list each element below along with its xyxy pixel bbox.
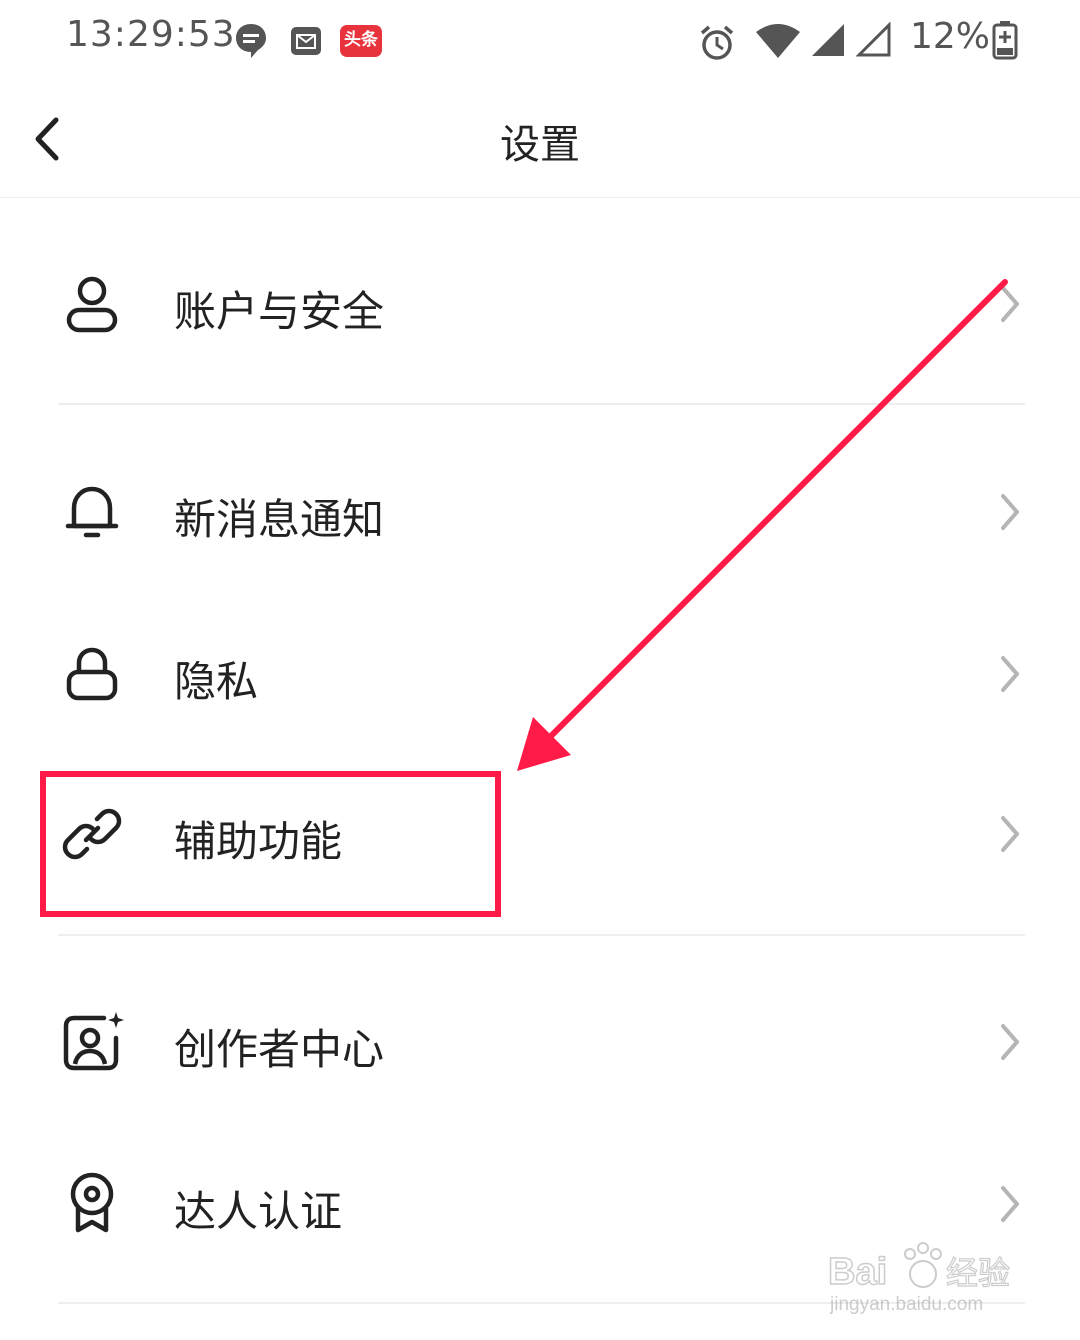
- badge-medal-icon: [70, 1172, 114, 1233]
- settings-item-label: 辅助功能: [174, 817, 343, 866]
- link-icon: [62, 808, 122, 860]
- chevron-right-icon: [1001, 286, 1019, 322]
- mail-icon: [291, 27, 321, 55]
- creator-portrait-icon: [63, 1012, 124, 1071]
- alarm-icon: [700, 25, 734, 60]
- settings-item-label: 创作者中心: [174, 1025, 385, 1074]
- divider: [58, 403, 1025, 405]
- settings-item-label: 达人认证: [174, 1187, 343, 1236]
- battery-percentage: 12%: [910, 16, 991, 57]
- divider: [58, 934, 1025, 936]
- status-bar: 13:29:53 头条 12%: [0, 0, 1080, 80]
- settings-item-notifications[interactable]: 新消息通知: [0, 430, 1080, 592]
- chevron-right-icon: [1001, 494, 1019, 530]
- bell-icon: [65, 486, 119, 538]
- signal-empty-icon: [856, 22, 891, 57]
- chevron-right-icon: [1001, 1024, 1019, 1060]
- settings-item-privacy[interactable]: 隐私: [0, 592, 1080, 754]
- settings-item-accessibility[interactable]: 辅助功能: [0, 754, 1080, 929]
- watermark-brand-suffix: 经验: [946, 1254, 1010, 1292]
- page-title: 设置: [500, 122, 580, 168]
- watermark-site: jingyan.baidu.com: [829, 1294, 983, 1315]
- settings-item-creator-center[interactable]: 创作者中心: [0, 960, 1080, 1122]
- paw-icon: [904, 1242, 942, 1288]
- navigation-header: 设置: [0, 80, 1080, 198]
- battery-charging-icon: [992, 21, 1018, 60]
- chevron-right-icon: [1001, 816, 1019, 852]
- settings-item-label: 新消息通知: [174, 495, 385, 544]
- signal-icon: [812, 24, 844, 56]
- lock-icon: [66, 647, 118, 701]
- chat-icon: [236, 24, 266, 58]
- baidu-jingyan-watermark: Bai 经验 jingyan.baidu.com: [826, 1222, 1026, 1322]
- settings-item-account-security[interactable]: 账户与安全: [0, 210, 1080, 400]
- toutiao-app-icon: 头条: [340, 25, 382, 57]
- watermark-brand: Bai: [828, 1251, 887, 1293]
- wifi-icon: [756, 24, 800, 58]
- user-icon: [66, 276, 118, 333]
- chevron-right-icon: [1001, 1186, 1019, 1222]
- settings-item-label: 账户与安全: [174, 287, 385, 336]
- chevron-right-icon: [1001, 656, 1019, 692]
- settings-item-label: 隐私: [174, 657, 259, 706]
- status-time: 13:29:53: [66, 14, 236, 55]
